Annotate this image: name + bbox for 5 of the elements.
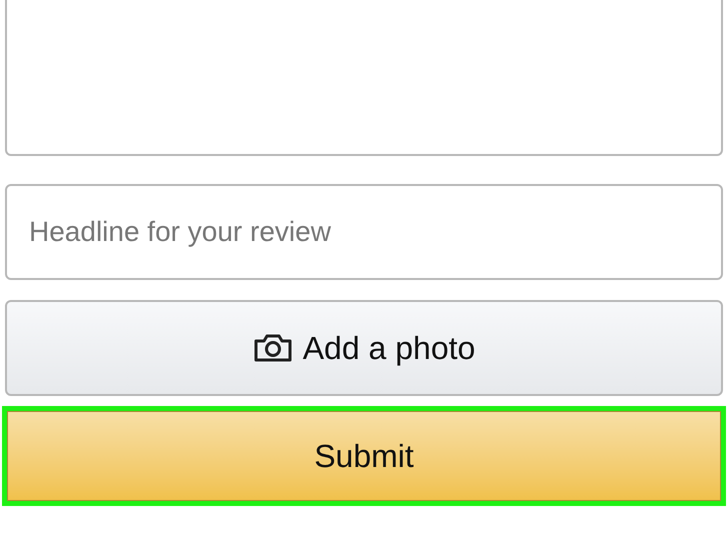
camera-icon [252,333,293,363]
headline-field[interactable]: Headline for your review [5,184,723,280]
submit-button[interactable]: Submit [7,411,721,501]
review-text-area[interactable] [5,0,723,156]
add-photo-button[interactable]: Add a photo [5,300,723,396]
